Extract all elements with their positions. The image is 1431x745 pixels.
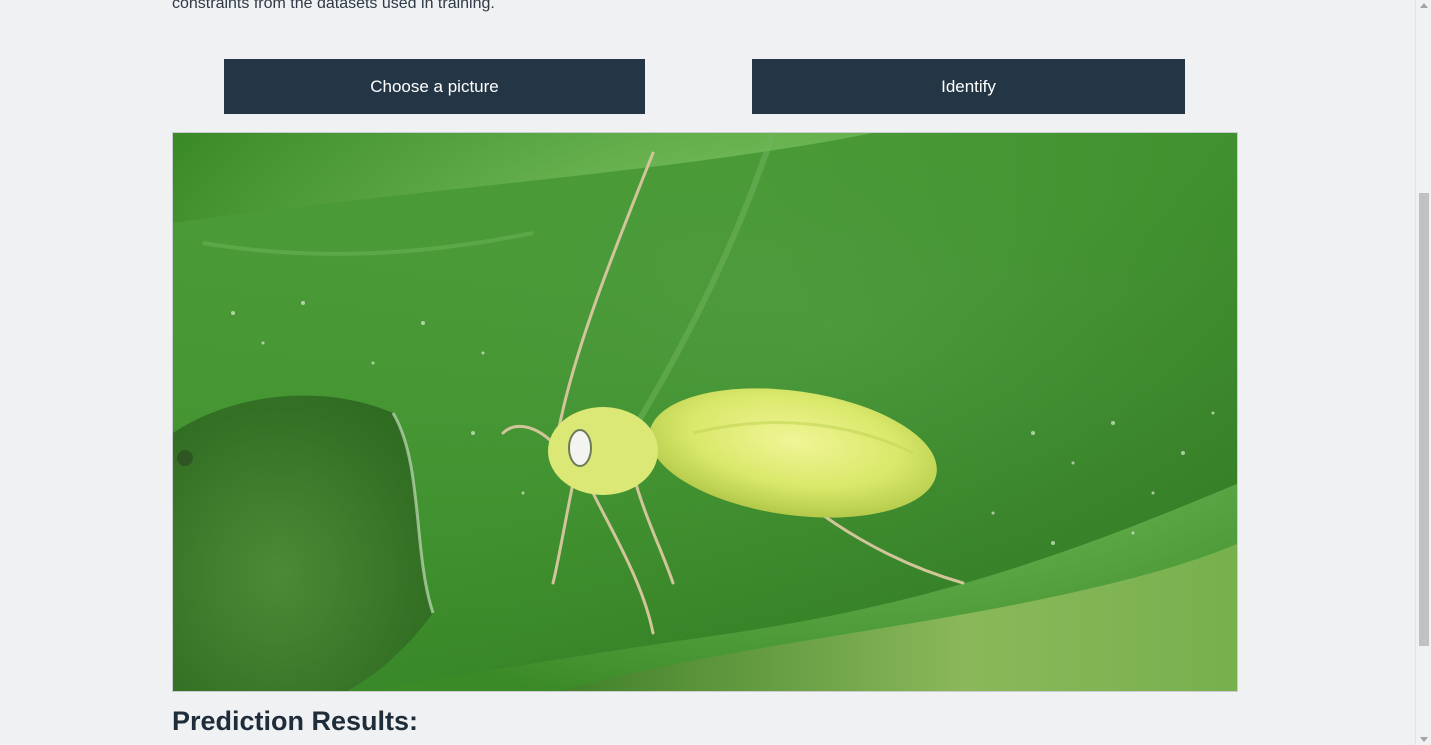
prediction-results-heading: Prediction Results: [172, 706, 419, 736]
identify-button[interactable]: Identify [752, 59, 1185, 114]
intro-description: constraints from the datasets used in tr… [172, 0, 495, 12]
insect-photo [173, 133, 1237, 691]
scrollbar-thumb[interactable] [1419, 193, 1429, 646]
page: constraints from the datasets used in tr… [0, 0, 1431, 745]
vertical-scrollbar[interactable] [1415, 0, 1431, 745]
choose-picture-button[interactable]: Choose a picture [224, 59, 645, 114]
scroll-up-arrow-icon[interactable] [1420, 3, 1428, 8]
uploaded-image-preview [172, 132, 1238, 692]
scroll-down-arrow-icon[interactable] [1420, 737, 1428, 742]
